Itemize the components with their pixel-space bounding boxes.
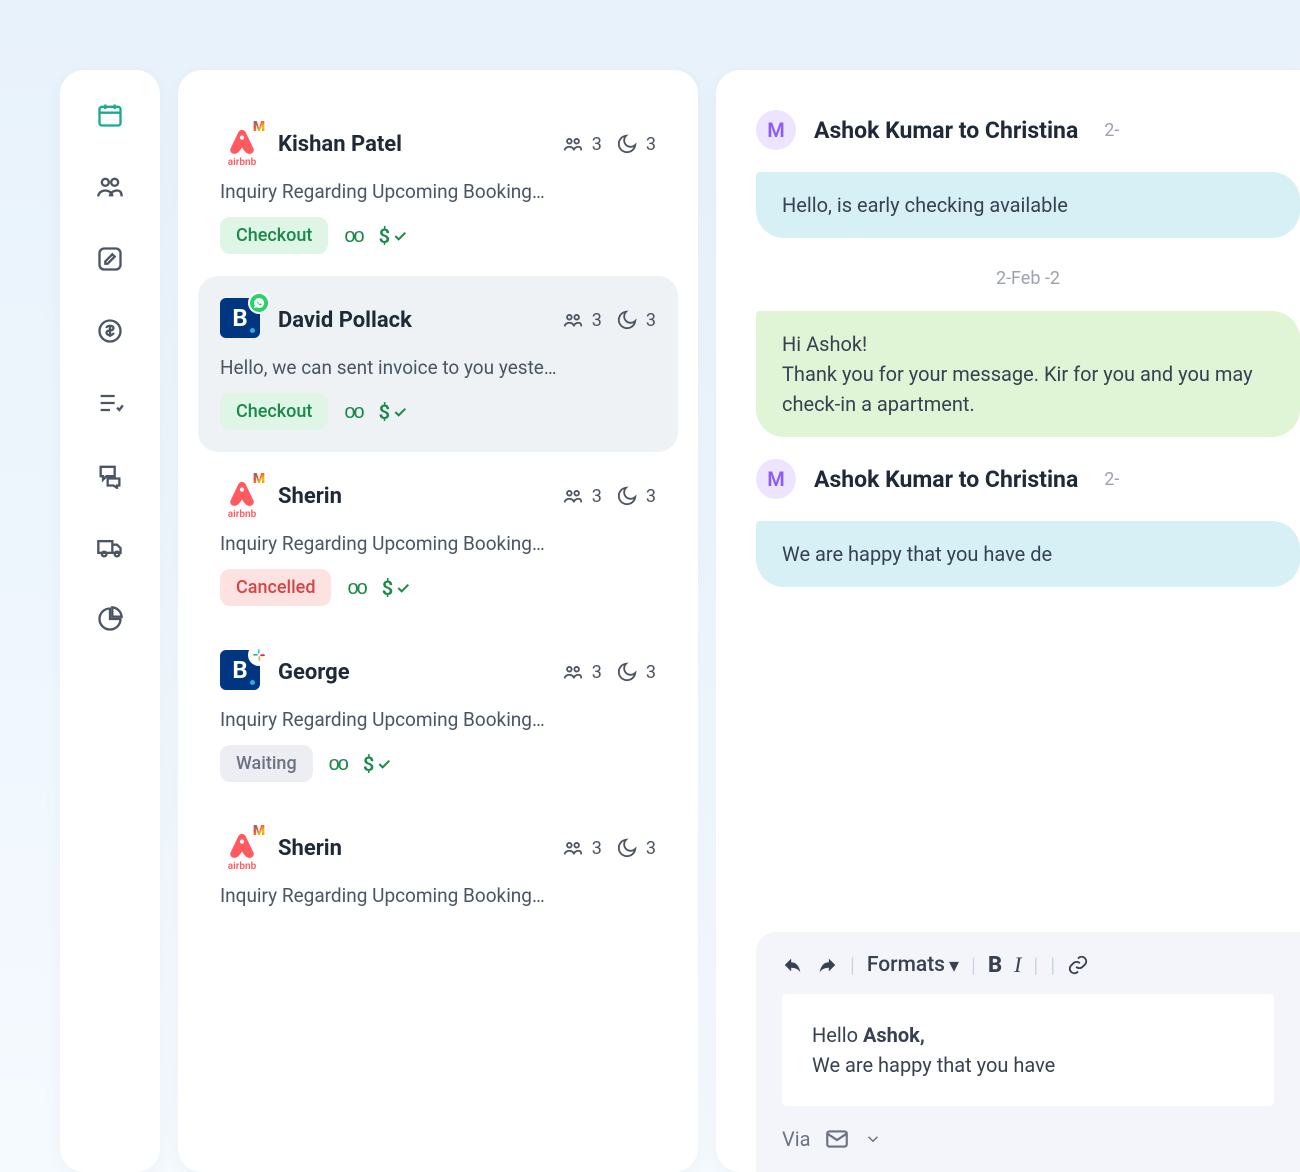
voicemail-icon: ᴏᴏ <box>344 223 362 248</box>
toolbar-separator: | <box>1033 953 1038 977</box>
nav-rail <box>60 70 160 1172</box>
source-badge: airbnbM <box>220 826 264 870</box>
status-pill: Waiting <box>220 745 313 782</box>
via-selector[interactable]: Via <box>782 1126 1274 1152</box>
nav-guests[interactable] <box>95 172 125 202</box>
message-preview: Inquiry Regarding Upcoming Booking… <box>220 180 656 203</box>
nav-edit[interactable] <box>95 244 125 274</box>
paid-icon: $ <box>363 752 392 776</box>
inbox-item[interactable]: airbnbM Sherin 3 3 Inquiry Regarding Upc… <box>198 804 678 929</box>
inbox-item[interactable]: airbnbM Sherin 3 3 Inquiry Regarding Upc… <box>198 452 678 628</box>
chat-from-to: Ashok Kumar to Christina <box>814 466 1078 493</box>
guest-count: 3 <box>562 837 602 859</box>
chat-time: 2- <box>1104 469 1119 490</box>
inbox-item[interactable]: airbnbM Kishan Patel 3 3 Inquiry Regardi… <box>198 100 678 276</box>
message-preview: Inquiry Regarding Upcoming Booking… <box>220 884 656 907</box>
message-preview: Inquiry Regarding Upcoming Booking… <box>220 532 656 555</box>
editor-toolbar: | Formats ▾ | B I | | <box>782 952 1274 978</box>
guest-count: 3 <box>562 133 602 155</box>
guest-name: Sherin <box>278 836 548 861</box>
paid-icon: $ <box>382 576 411 600</box>
guest-count: 3 <box>562 661 602 683</box>
chat-panel: M Ashok Kumar to Christina 2- Hello, is … <box>716 70 1300 1172</box>
night-count: 3 <box>616 485 656 507</box>
nav-tasks[interactable] <box>95 388 125 418</box>
toolbar-separator: | <box>971 953 976 977</box>
bold-button[interactable]: B <box>988 953 1002 978</box>
chat-from-to: Ashok Kumar to Christina <box>814 117 1078 144</box>
nav-calendar[interactable] <box>95 100 125 130</box>
nav-chat[interactable] <box>95 460 125 490</box>
compose-greeting: Hello <box>812 1023 863 1047</box>
chat-bubble-incoming: Hello, is early checking available <box>756 172 1300 238</box>
date-separator: 2-Feb -2 <box>756 268 1300 289</box>
paid-icon: $ <box>379 224 408 248</box>
avatar: M <box>756 110 796 150</box>
guest-count: 3 <box>562 309 602 331</box>
guest-count: 3 <box>562 485 602 507</box>
compose-body-text: We are happy that you have <box>812 1053 1055 1077</box>
chat-bubble-incoming: We are happy that you have de <box>756 521 1300 587</box>
status-pill: Checkout <box>220 217 328 254</box>
source-badge: airbnbM <box>220 474 264 518</box>
chevron-down-icon <box>864 1130 882 1148</box>
message-preview: Hello, we can sent invoice to you yeste… <box>220 356 656 379</box>
status-pill: Checkout <box>220 393 328 430</box>
gmail-icon: M <box>248 820 270 842</box>
source-badge: airbnbM <box>220 122 264 166</box>
voicemail-icon: ᴏᴏ <box>329 751 347 776</box>
inbox-list: airbnbM Kishan Patel 3 3 Inquiry Regardi… <box>178 70 698 1172</box>
night-count: 3 <box>616 133 656 155</box>
night-count: 3 <box>616 309 656 331</box>
chat-header-2: M Ashok Kumar to Christina 2- <box>756 459 1300 499</box>
toolbar-separator: | <box>850 953 855 977</box>
source-badge: B <box>220 298 264 342</box>
italic-button[interactable]: I <box>1014 952 1021 978</box>
paid-icon: $ <box>379 400 408 424</box>
chat-bubble-outgoing: Hi Ashok!Thank you for your message. Kir… <box>756 311 1300 437</box>
composer: | Formats ▾ | B I | | Hello Ashok, We ar… <box>756 932 1300 1172</box>
guest-name: Sherin <box>278 484 548 509</box>
gmail-icon: M <box>248 468 270 490</box>
guest-name: Kishan Patel <box>278 132 548 157</box>
undo-button[interactable] <box>782 954 804 976</box>
nav-pricing[interactable] <box>95 316 125 346</box>
night-count: 3 <box>616 661 656 683</box>
chat-header-1: M Ashok Kumar to Christina 2- <box>756 110 1300 150</box>
gmail-icon: M <box>248 116 270 138</box>
inbox-item[interactable]: B David Pollack 3 3 Hello, we can sent i… <box>198 276 678 452</box>
formats-dropdown[interactable]: Formats ▾ <box>867 953 959 977</box>
redo-button[interactable] <box>816 954 838 976</box>
nav-reports[interactable] <box>95 604 125 634</box>
nav-shipping[interactable] <box>95 532 125 562</box>
status-pill: Cancelled <box>220 569 331 606</box>
compose-textarea[interactable]: Hello Ashok, We are happy that you have <box>782 994 1274 1106</box>
link-button[interactable] <box>1067 954 1089 976</box>
inbox-item[interactable]: B George 3 3 Inquiry Regarding Upcoming … <box>198 628 678 804</box>
whatsapp-icon <box>248 292 270 314</box>
guest-name: George <box>278 660 548 685</box>
avatar: M <box>756 459 796 499</box>
slack-icon <box>248 644 270 666</box>
voicemail-icon: ᴏᴏ <box>344 399 362 424</box>
source-badge: B <box>220 650 264 694</box>
mail-icon <box>824 1126 850 1152</box>
message-preview: Inquiry Regarding Upcoming Booking… <box>220 708 656 731</box>
compose-name: Ashok, <box>863 1023 925 1047</box>
voicemail-icon: ᴏᴏ <box>347 575 365 600</box>
toolbar-separator: | <box>1050 953 1055 977</box>
via-label: Via <box>782 1127 810 1151</box>
night-count: 3 <box>616 837 656 859</box>
guest-name: David Pollack <box>278 308 548 333</box>
chat-time: 2- <box>1104 120 1119 141</box>
